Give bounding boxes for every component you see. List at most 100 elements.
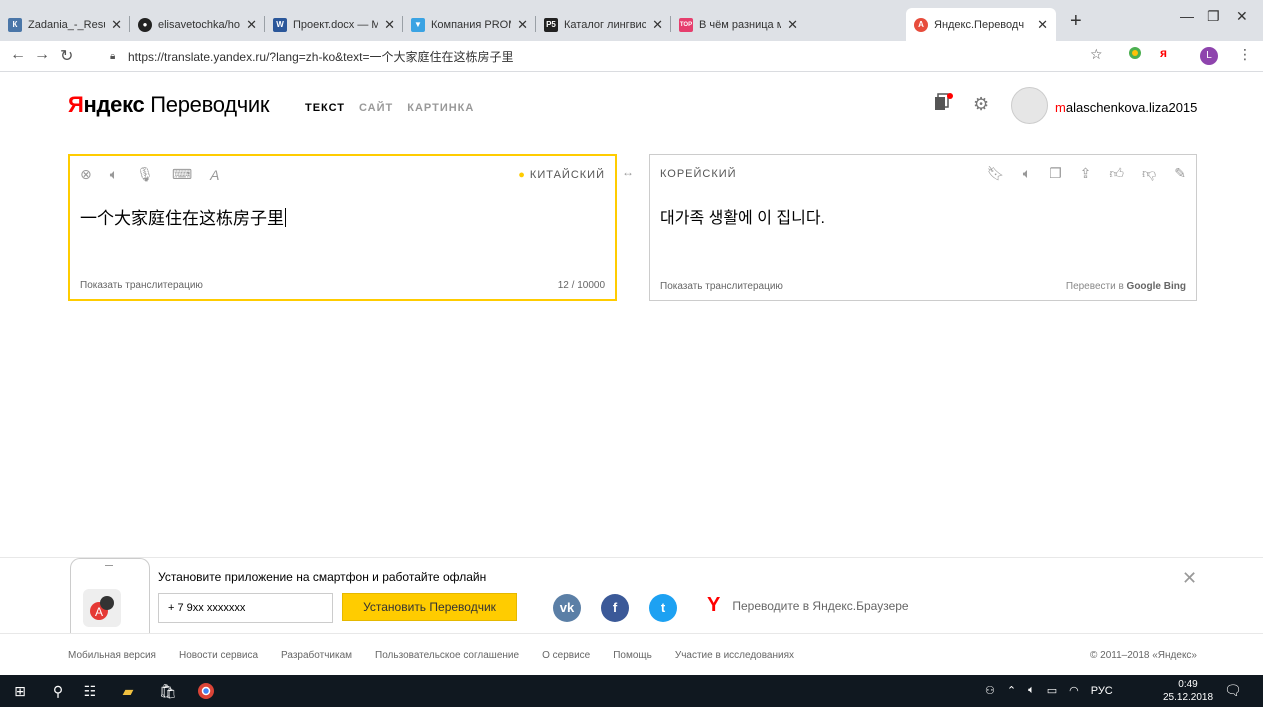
people-icon[interactable]: ⚇ <box>985 684 995 697</box>
speaker-icon[interactable]: 🔈︎ <box>1023 165 1031 182</box>
browser-tab-active[interactable]: A Яндекс.Переводч ✕ <box>906 8 1056 41</box>
tab-image[interactable]: КАРТИНКА <box>407 102 474 114</box>
translation-output: 대가족 생활에 이 집니다. <box>660 210 825 227</box>
browser-tab[interactable]: ▼ Компания PROMT ✕ <box>403 8 536 41</box>
footer-links: Мобильная версия Новости сервиса Разрабо… <box>68 650 794 661</box>
target-language-select[interactable]: КОРЕЙСКИЙ <box>660 168 737 180</box>
footer-link[interactable]: Новости сервиса <box>179 650 258 661</box>
translator-header: Яндекс Переводчик ТЕКСТ САЙТ КАРТИНКА ⚙ … <box>0 72 1263 142</box>
footer-link[interactable]: Разработчикам <box>281 650 352 661</box>
thumbs-down-icon[interactable]: 👎︎ <box>1142 165 1156 182</box>
phone-number-input[interactable]: + 7 9xx xxxxxxx <box>158 593 333 623</box>
bookmark-star-icon[interactable]: ☆ <box>1090 46 1103 63</box>
show-transliteration-link[interactable]: Показать транслитерацию <box>660 281 783 292</box>
close-tab-icon[interactable]: ✕ <box>787 17 798 33</box>
windows-start-icon[interactable]: ⊞ <box>10 681 30 701</box>
mode-tabs: ТЕКСТ САЙТ КАРТИНКА <box>305 102 474 114</box>
yandex-translate-icon: A <box>914 17 928 32</box>
bookmark-icon[interactable]: 🔖︎ <box>987 165 1005 182</box>
source-text-input[interactable]: 一个大家庭住在这栋房子里 <box>80 204 286 229</box>
phone-illustration: A <box>70 558 150 633</box>
close-window-icon[interactable]: ✕ <box>1236 8 1248 25</box>
close-tab-icon[interactable]: ✕ <box>111 17 122 33</box>
footer-link[interactable]: Мобильная версия <box>68 650 156 661</box>
forward-arrow-icon[interactable]: → <box>34 46 50 64</box>
url-bar[interactable]: 🔒︎ https://translate.yandex.ru/?lang=zh-… <box>110 44 1110 68</box>
browser-tab[interactable]: TOP В чём разница ма ✕ <box>671 8 806 41</box>
yandex-browser-icon: Y <box>707 594 721 616</box>
task-view-icon[interactable]: ☷ <box>80 681 100 701</box>
extension-icon[interactable] <box>1128 46 1142 63</box>
target-panel: КОРЕЙСКИЙ 🔖︎ 🔈︎ ❐ ⇪ 👍︎ 👎︎ ✎ 대가족 생활에 이 집니… <box>649 154 1197 301</box>
footer-link[interactable]: Участие в исследованиях <box>675 650 794 661</box>
share-icon[interactable]: ⇪ <box>1080 165 1092 182</box>
file-explorer-icon[interactable]: ▰ <box>118 681 138 701</box>
back-arrow-icon[interactable]: ← <box>10 46 26 64</box>
footer-link[interactable]: Пользовательское соглашение <box>375 650 519 661</box>
close-tab-icon[interactable]: ✕ <box>517 17 528 33</box>
battery-icon[interactable]: ▭ <box>1047 684 1057 697</box>
close-tab-icon[interactable]: ✕ <box>1037 17 1048 33</box>
thumbs-up-icon[interactable]: 👍︎ <box>1109 165 1124 182</box>
footer-link[interactable]: Помощь <box>613 650 652 661</box>
microphone-icon[interactable]: 🎙︎ <box>136 166 154 183</box>
p5-icon: P5 <box>544 17 558 32</box>
source-language-select[interactable]: ● КИТАЙСКИЙ <box>518 169 605 181</box>
yandex-translate-logo[interactable]: Яндекс Переводчик <box>68 92 270 118</box>
collections-icon[interactable] <box>933 92 953 117</box>
new-tab-button[interactable]: + <box>1070 10 1082 33</box>
maximize-icon[interactable]: ❐ <box>1207 8 1220 25</box>
footer-link[interactable]: О сервисе <box>542 650 590 661</box>
copy-icon[interactable]: ❐ <box>1049 165 1062 182</box>
keyboard-icon[interactable]: ⌨ <box>172 166 192 183</box>
volume-icon[interactable]: 🔈︎ <box>1028 684 1035 697</box>
close-promo-icon[interactable]: ✕ <box>1182 568 1197 589</box>
lock-icon: 🔒︎ <box>110 51 116 62</box>
profile-avatar[interactable]: L <box>1200 47 1218 65</box>
close-tab-icon[interactable]: ✕ <box>652 17 663 33</box>
settings-gear-icon[interactable]: ⚙ <box>973 94 989 115</box>
input-language[interactable]: РУС <box>1091 685 1113 697</box>
promt-icon: ▼ <box>411 17 425 32</box>
minimize-icon[interactable]: — <box>1180 8 1194 24</box>
store-icon[interactable]: 🛍︎ <box>158 681 178 701</box>
tab-site[interactable]: САЙТ <box>359 102 393 114</box>
user-avatar[interactable] <box>1011 87 1048 124</box>
show-transliteration-link[interactable]: Показать транслитерацию <box>80 280 203 291</box>
notifications-icon[interactable]: 🗨︎ <box>1224 682 1242 699</box>
browser-tab[interactable]: W Проект.docx — M ✕ <box>265 8 403 41</box>
search-icon[interactable]: ⚲ <box>48 681 68 701</box>
reload-icon[interactable]: ↻ <box>60 46 73 66</box>
vk-share-icon[interactable]: vk <box>553 594 581 622</box>
wifi-icon[interactable]: ◠ <box>1069 684 1079 697</box>
taskbar-clock[interactable]: 0:49 25.12.2018 <box>1163 678 1213 704</box>
windows-taskbar: ⊞ ⚲ ☷ ▰ 🛍︎ ⚇ ⌃ 🔈︎ ▭ ◠ РУС 0:49 25.12.201… <box>0 675 1263 707</box>
close-tab-icon[interactable]: ✕ <box>384 17 395 33</box>
swap-languages-button[interactable]: ↔ <box>622 165 634 179</box>
install-translator-button[interactable]: Установить Переводчик <box>342 593 517 621</box>
spellcheck-icon[interactable]: A <box>210 167 219 183</box>
bing-link[interactable]: Bing <box>1164 281 1186 292</box>
browser-tab[interactable]: P5 Каталог лингвисти ✕ <box>536 8 671 41</box>
app-promo-bar: A Установите приложение на смартфон и ра… <box>0 557 1263 633</box>
clear-icon[interactable]: ⊗ <box>80 166 92 183</box>
yandex-extension-icon[interactable]: я <box>1160 46 1167 60</box>
github-icon: ● <box>138 17 152 32</box>
close-tab-icon[interactable]: ✕ <box>246 17 257 33</box>
word-icon: W <box>273 17 287 32</box>
menu-dots-icon[interactable]: ⋮ <box>1238 46 1252 63</box>
browser-tab[interactable]: ● elisavetochka/hom ✕ <box>130 8 265 41</box>
yandex-browser-link[interactable]: Y Переводите в Яндекс.Браузере <box>707 594 909 617</box>
facebook-share-icon[interactable]: f <box>601 594 629 622</box>
vk-icon: К <box>8 17 22 32</box>
browser-tab[interactable]: К Zadania_-_Resursy ✕ <box>0 8 130 41</box>
google-link[interactable]: Google <box>1127 281 1161 292</box>
tab-text[interactable]: ТЕКСТ <box>305 102 345 114</box>
speaker-icon[interactable]: 🔈︎ <box>110 166 118 183</box>
edit-pencil-icon[interactable]: ✎ <box>1174 165 1186 182</box>
chrome-icon[interactable] <box>196 681 216 701</box>
copyright: © 2011–2018 «Яндекс» <box>1090 650 1197 661</box>
tray-expand-icon[interactable]: ⌃ <box>1007 684 1016 697</box>
username[interactable]: malaschenkova.liza2015 <box>1055 100 1197 115</box>
twitter-share-icon[interactable]: t <box>649 594 677 622</box>
